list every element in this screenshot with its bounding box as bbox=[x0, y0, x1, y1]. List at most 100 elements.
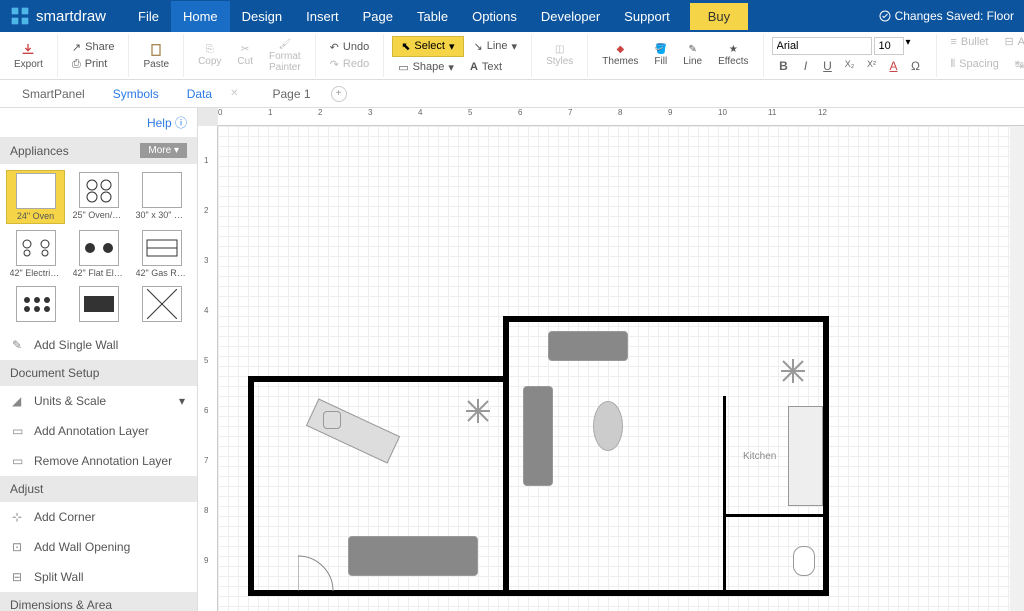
check-icon bbox=[879, 10, 891, 22]
add-corner[interactable]: ⊹Add Corner bbox=[0, 502, 197, 532]
export-icon bbox=[20, 42, 36, 58]
sofa-1[interactable] bbox=[548, 331, 628, 361]
buy-button[interactable]: Buy bbox=[690, 3, 748, 30]
ruler-horizontal: 0123456789101112 bbox=[218, 108, 1024, 126]
logo: smartdraw bbox=[10, 6, 106, 26]
sidebar: Help ⓘ Appliances More ▾ 24" Oven 25" Ov… bbox=[0, 108, 198, 611]
omega-button[interactable]: Ω bbox=[908, 59, 924, 73]
copy-button[interactable]: ⎘Copy bbox=[192, 42, 227, 69]
counter[interactable] bbox=[788, 406, 823, 506]
menu-file[interactable]: File bbox=[126, 1, 171, 32]
door[interactable] bbox=[298, 551, 338, 591]
symbols-grid: 24" Oven 25" Oven/R... 30" x 30" R... 42… bbox=[0, 164, 197, 330]
dimensions-header: Dimensions & Area bbox=[0, 592, 197, 611]
tab-data[interactable]: Data bbox=[173, 81, 226, 107]
doc-setup-header: Document Setup bbox=[0, 360, 197, 386]
floorplan: Kitchen bbox=[248, 316, 828, 596]
remove-annotation-layer[interactable]: ▭Remove Annotation Layer bbox=[0, 446, 197, 476]
units-scale[interactable]: ◢Units & Scale▾ bbox=[0, 386, 197, 416]
paste-button[interactable]: Paste bbox=[137, 40, 175, 72]
desk[interactable] bbox=[306, 398, 400, 463]
add-annotation-layer[interactable]: ▭Add Annotation Layer bbox=[0, 416, 197, 446]
tab-symbols[interactable]: Symbols bbox=[99, 81, 173, 107]
vertical-scrollbar[interactable] bbox=[1010, 126, 1024, 611]
redo-button[interactable]: ↷Redo bbox=[324, 56, 376, 73]
menu-support[interactable]: Support bbox=[612, 1, 682, 32]
kitchen-label: Kitchen bbox=[743, 451, 776, 462]
logo-text: smartdraw bbox=[36, 8, 106, 25]
symbol-electric-42[interactable]: 42" Electric... bbox=[6, 228, 65, 280]
bullet-button[interactable]: ≡Bullet bbox=[945, 33, 995, 50]
tab-close-icon[interactable]: ✕ bbox=[230, 88, 238, 99]
menu-table[interactable]: Table bbox=[405, 1, 460, 32]
print-button[interactable]: ⎙Print bbox=[66, 56, 113, 73]
symbol-oven-24[interactable]: 24" Oven bbox=[6, 170, 65, 224]
symbol-extra-2[interactable] bbox=[69, 284, 128, 324]
help-link[interactable]: Help bbox=[147, 116, 172, 130]
menu-design[interactable]: Design bbox=[230, 1, 294, 32]
subscript-button[interactable]: X₂ bbox=[842, 59, 858, 73]
plant-1[interactable] bbox=[463, 396, 493, 426]
menu-page[interactable]: Page bbox=[351, 1, 405, 32]
line-style-button[interactable]: ✎Line bbox=[677, 42, 708, 69]
sofa-2[interactable] bbox=[523, 386, 553, 486]
adjust-header: Adjust bbox=[0, 476, 197, 502]
paste-icon bbox=[148, 42, 164, 58]
oval-table[interactable] bbox=[593, 401, 623, 451]
share-button[interactable]: ↗Share bbox=[66, 39, 121, 56]
page-tab-1[interactable]: Page 1 bbox=[258, 81, 324, 107]
effects-button[interactable]: ★Effects bbox=[712, 42, 754, 69]
text-tool[interactable]: AText bbox=[464, 59, 508, 76]
undo-button[interactable]: ↶Undo bbox=[324, 39, 376, 56]
add-page-button[interactable]: + bbox=[331, 86, 347, 102]
themes-button[interactable]: ◆Themes bbox=[596, 42, 644, 69]
main-menu: File Home Design Insert Page Table Optio… bbox=[126, 1, 682, 32]
canvas-area: 0123456789101112 123456789 bbox=[198, 108, 1024, 611]
add-single-wall[interactable]: ✎Add Single Wall bbox=[0, 330, 197, 360]
more-button[interactable]: More ▾ bbox=[140, 143, 187, 158]
appliances-header: Appliances More ▾ bbox=[0, 137, 197, 164]
line-tool[interactable]: ↘Line▾ bbox=[468, 36, 524, 57]
select-tool[interactable]: ⬉Select▾ bbox=[392, 36, 463, 57]
menu-insert[interactable]: Insert bbox=[294, 1, 351, 32]
add-wall-opening[interactable]: ⊡Add Wall Opening bbox=[0, 532, 197, 562]
split-wall[interactable]: ⊟Split Wall bbox=[0, 562, 197, 592]
smartdraw-logo-icon bbox=[10, 6, 30, 26]
export-button[interactable]: Export bbox=[8, 40, 49, 72]
main-area: Help ⓘ Appliances More ▾ 24" Oven 25" Ov… bbox=[0, 108, 1024, 611]
ruler-vertical: 123456789 bbox=[198, 126, 218, 611]
cut-button[interactable]: ✂Cut bbox=[231, 42, 259, 69]
chair[interactable] bbox=[323, 411, 341, 429]
font-size-select[interactable] bbox=[874, 37, 904, 55]
text-dir-button[interactable]: ↹Text Dir bbox=[1009, 50, 1024, 78]
help-icon[interactable]: ⓘ bbox=[175, 116, 187, 130]
shape-tool[interactable]: ▭Shape▾ bbox=[392, 59, 460, 76]
underline-button[interactable]: U bbox=[820, 59, 836, 73]
symbol-oven-25[interactable]: 25" Oven/R... bbox=[69, 170, 128, 224]
superscript-button[interactable]: X² bbox=[864, 59, 880, 73]
fill-button[interactable]: 🪣Fill bbox=[648, 42, 673, 69]
menu-developer[interactable]: Developer bbox=[529, 1, 612, 32]
status-text: Changes Saved: Floor bbox=[895, 9, 1014, 23]
spacing-button[interactable]: ⫴Spacing bbox=[945, 50, 1005, 78]
toilet[interactable] bbox=[793, 546, 815, 576]
sofa-3[interactable] bbox=[348, 536, 478, 576]
bold-button[interactable]: B bbox=[776, 59, 792, 73]
symbol-30x30[interactable]: 30" x 30" R... bbox=[132, 170, 191, 224]
symbol-flat-ele-42[interactable]: 42" Flat Ele... bbox=[69, 228, 128, 280]
italic-button[interactable]: I bbox=[798, 59, 814, 73]
font-family-select[interactable] bbox=[772, 37, 872, 55]
tab-smartpanel[interactable]: SmartPanel bbox=[8, 81, 99, 107]
align-button[interactable]: ⊟Align bbox=[998, 33, 1024, 50]
symbol-gas-42[interactable]: 42" Gas Ra... bbox=[132, 228, 191, 280]
symbol-extra-3[interactable] bbox=[132, 284, 191, 324]
menu-home[interactable]: Home bbox=[171, 1, 230, 32]
plant-2[interactable] bbox=[778, 356, 808, 386]
panel-tabs: SmartPanel Symbols Data ✕ Page 1 + bbox=[0, 80, 1024, 108]
canvas[interactable]: Kitchen bbox=[218, 126, 1024, 611]
styles-button[interactable]: ◫Styles bbox=[540, 42, 579, 69]
menu-options[interactable]: Options bbox=[460, 1, 529, 32]
format-painter-button[interactable]: 🖌Format Painter bbox=[263, 37, 307, 75]
symbol-extra-1[interactable] bbox=[6, 284, 65, 324]
font-color-button[interactable]: A bbox=[886, 59, 902, 73]
